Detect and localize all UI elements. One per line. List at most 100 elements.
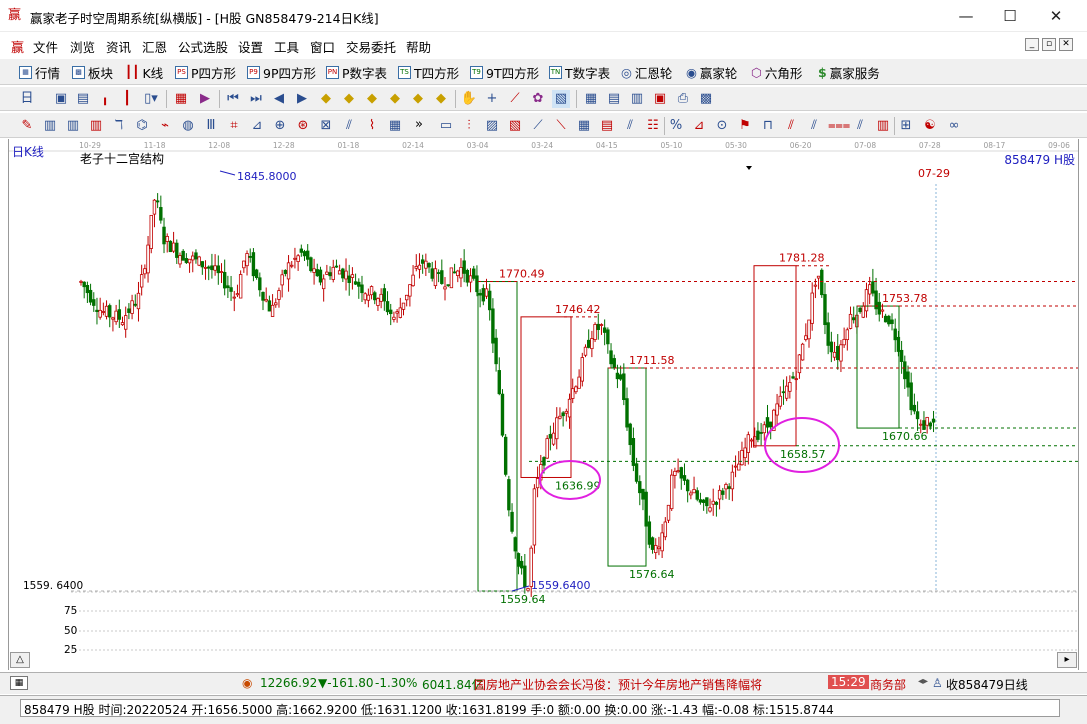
scroll-right-button[interactable]: ▸: [1057, 652, 1077, 668]
analysis-tool-icon-2[interactable]: ⫶: [460, 117, 478, 135]
menu-window[interactable]: 窗口: [310, 37, 335, 56]
p-square-button[interactable]: PS P四方形: [175, 64, 236, 81]
analysis-tool-icon-5[interactable]: ⟋: [529, 117, 547, 135]
image-icon[interactable]: ▧: [552, 90, 570, 108]
first-page-icon[interactable]: ⏮: [224, 90, 242, 108]
analysis-tool-icon-3[interactable]: ▨: [483, 117, 501, 135]
kline-button[interactable]: ┃┃ K线: [125, 64, 163, 81]
analysis-tool-icon-12[interactable]: ⊿: [690, 117, 708, 135]
draw-tool-icon-10[interactable]: ⌗: [225, 117, 243, 135]
news-headline[interactable]: 国房地产业协会会长冯俊：预计今年房地产销售降幅将: [474, 676, 824, 693]
diamond-icon-1[interactable]: ◆: [317, 90, 335, 108]
analysis-tool-icon-23[interactable]: ∞: [945, 117, 963, 135]
candle-dropdown-icon[interactable]: ▯▾: [142, 90, 160, 108]
draw-tool-icon-5[interactable]: ℸ: [110, 117, 128, 135]
calendar-icon[interactable]: ▦: [582, 90, 600, 108]
print-icon[interactable]: ⎙: [674, 90, 692, 108]
analysis-tool-icon-10[interactable]: ☷: [644, 117, 662, 135]
draw-tool-icon-12[interactable]: ⊕: [271, 117, 289, 135]
mdi-minimize-button[interactable]: _: [1025, 38, 1039, 51]
bar-chart-icon[interactable]: ┃: [118, 90, 136, 108]
draw-tool-icon-6[interactable]: ⌬: [133, 117, 151, 135]
mdi-restore-button[interactable]: ▫: [1042, 38, 1056, 51]
minimize-button[interactable]: —: [943, 4, 989, 28]
analysis-tool-icon-1[interactable]: ▭: [437, 117, 455, 135]
kline-chart[interactable]: 10-29 11-18 12-08 12-28 01-18 02-14 03-04 03-24…: [9, 139, 1078, 670]
menu-browse[interactable]: 浏览: [70, 37, 95, 56]
analysis-tool-icon-8[interactable]: ▤: [598, 117, 616, 135]
analysis-tool-icon-4[interactable]: ▧: [506, 117, 524, 135]
menu-settings[interactable]: 设置: [238, 37, 263, 56]
menu-file[interactable]: 文件: [33, 37, 58, 56]
draw-tool-icon-8[interactable]: ◍: [179, 117, 197, 135]
multi-period-icon[interactable]: ▦: [172, 90, 190, 108]
draw-tool-icon-1[interactable]: ✎: [18, 117, 36, 135]
draw-tool-icon-17[interactable]: ▦: [386, 117, 404, 135]
mdi-close-button[interactable]: ✕: [1059, 38, 1073, 51]
draw-tool-icon-16[interactable]: ⌇: [363, 117, 381, 135]
analysis-tool-icon-18[interactable]: ⩶: [828, 117, 850, 135]
draw-tool-icon-3[interactable]: ▥: [64, 117, 82, 135]
maximize-button[interactable]: ☐: [987, 4, 1033, 28]
trend-icon[interactable]: ⟋: [506, 90, 524, 108]
diamond-icon-4[interactable]: ◆: [386, 90, 404, 108]
fill-icon[interactable]: ▣: [52, 90, 70, 108]
diamond-icon-5[interactable]: ◆: [409, 90, 427, 108]
analysis-tool-icon-6[interactable]: ⟍: [552, 117, 570, 135]
keyboard-icon[interactable]: ▦: [10, 676, 28, 690]
analysis-tool-icon-14[interactable]: ⚑: [736, 117, 754, 135]
t-number-table-button[interactable]: TN T数字表: [549, 64, 610, 81]
menu-trade[interactable]: 交易委托: [346, 37, 396, 56]
draw-tool-icon-2[interactable]: ▥: [41, 117, 59, 135]
p-number-table-button[interactable]: PN P数字表: [326, 64, 387, 81]
menu-help[interactable]: 帮助: [406, 37, 431, 56]
diamond-icon-2[interactable]: ◆: [340, 90, 358, 108]
analysis-tool-icon-20[interactable]: ▥: [874, 117, 892, 135]
document-icon[interactable]: ▤: [74, 90, 92, 108]
t9-square-button[interactable]: T9 9T四方形: [470, 64, 539, 81]
quote-button[interactable]: ▦ 行情: [19, 64, 60, 81]
diamond-icon-6[interactable]: ◆: [432, 90, 450, 108]
analysis-tool-icon-21[interactable]: ⊞: [897, 117, 915, 135]
analysis-tool-icon-22[interactable]: ☯: [921, 117, 939, 135]
analysis-tool-icon-17[interactable]: ⫽: [805, 117, 823, 135]
flag-icon[interactable]: ▶: [196, 90, 214, 108]
step-left-icon[interactable]: ◀: [270, 90, 288, 108]
p9-square-button[interactable]: P9 9P四方形: [247, 64, 316, 81]
analysis-tool-icon-13[interactable]: ⊙: [713, 117, 731, 135]
analysis-tool-icon-7[interactable]: ▦: [575, 117, 593, 135]
save-icon[interactable]: ▣: [651, 90, 669, 108]
draw-tool-icon-15[interactable]: ⫽: [340, 117, 358, 135]
crosshair-icon[interactable]: +: [483, 90, 501, 108]
winner-wheel-button[interactable]: ◉ 赢家轮: [686, 64, 737, 81]
ticker-scroll-icon[interactable]: ◂▸: [918, 676, 928, 687]
menu-formula-select[interactable]: 公式选股: [178, 37, 228, 56]
hand-icon[interactable]: ✋: [460, 90, 478, 108]
draw-tool-icon-13[interactable]: ⊛: [294, 117, 312, 135]
analysis-tool-icon-19[interactable]: ⫽: [851, 117, 869, 135]
analysis-tool-icon-9[interactable]: ⫽: [621, 117, 639, 135]
menu-tools[interactable]: 工具: [274, 37, 299, 56]
scroll-up-button[interactable]: △: [10, 652, 30, 668]
analysis-tool-icon-15[interactable]: ⊓: [759, 117, 777, 135]
more-tools-button[interactable]: »: [415, 117, 423, 132]
draw-tool-icon-14[interactable]: ⊠: [317, 117, 335, 135]
close-button[interactable]: ✕: [1033, 4, 1079, 28]
draw-tool-icon-9[interactable]: Ⅲ: [202, 117, 220, 135]
period-dropdown-icon[interactable]: 日▾: [18, 90, 36, 124]
huien-wheel-button[interactable]: ◎ 汇恩轮: [621, 64, 672, 81]
chart-small-icon[interactable]: ╻: [96, 90, 114, 108]
gift-icon[interactable]: ✿: [529, 90, 547, 108]
export-icon[interactable]: ▩: [697, 90, 715, 108]
table-icon[interactable]: ▤: [605, 90, 623, 108]
menu-info[interactable]: 资讯: [106, 37, 131, 56]
chart-panel[interactable]: 10-29 11-18 12-08 12-28 01-18 02-14 03-04 03-24…: [8, 139, 1079, 670]
analysis-tool-icon-16[interactable]: ⫽: [782, 117, 800, 135]
step-right-icon[interactable]: ▶: [293, 90, 311, 108]
diamond-icon-3[interactable]: ◆: [363, 90, 381, 108]
sector-button[interactable]: ▩ 板块: [72, 64, 113, 81]
grid-icon[interactable]: ▥: [628, 90, 646, 108]
menu-huien[interactable]: 汇恩: [142, 37, 167, 56]
hexagon-button[interactable]: ⬡ 六角形: [751, 64, 802, 81]
t-square-button[interactable]: TS T四方形: [398, 64, 459, 81]
